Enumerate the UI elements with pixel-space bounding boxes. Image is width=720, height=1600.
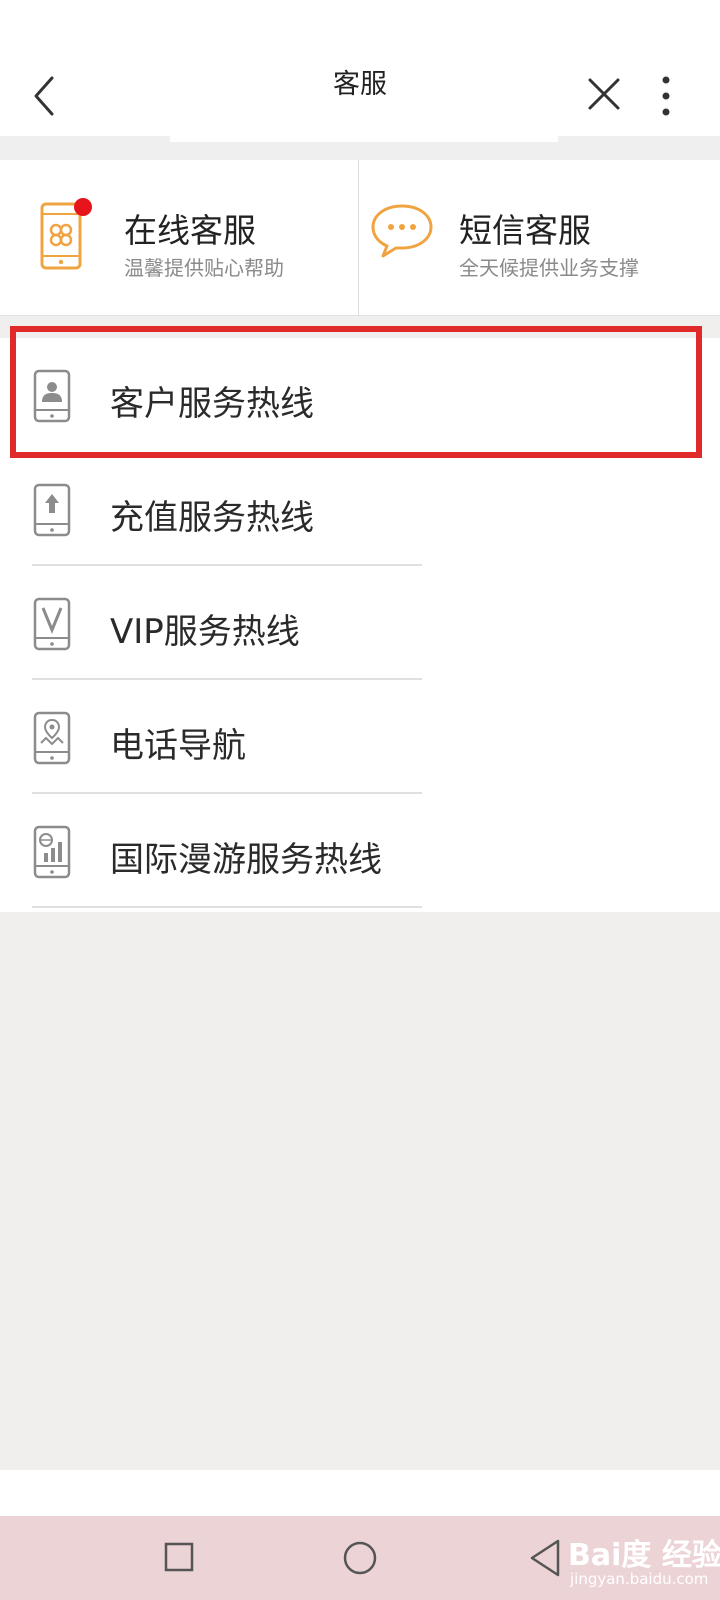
system-nav-bar: Bai度 经验 jingyan.baidu.com [0,1516,720,1600]
chat-bubble-icon [371,204,433,258]
card-subtitle: 温馨提供贴心帮助 [124,256,284,280]
app-header: 客服 [0,0,720,136]
list-item-vip[interactable]: VIP服务热线 [0,566,720,680]
list-item-label: VIP服务热线 [110,612,300,652]
service-cards: 在线客服 温馨提供贴心帮助 短信客服 全天候提供业务支撑 [0,160,720,316]
list-item-phone-navigation[interactable]: 电话导航 [0,680,720,794]
more-vertical-icon[interactable] [656,74,676,118]
card-title: 在线客服 [124,211,256,250]
card-subtitle: 全天候提供业务支撑 [459,256,639,280]
close-icon[interactable] [584,74,624,114]
phone-map-icon [33,711,71,765]
phone-vip-icon [33,597,71,651]
online-service-card[interactable]: 在线客服 温馨提供贴心帮助 [0,160,358,316]
home-icon[interactable] [342,1540,378,1576]
list-item-label: 电话导航 [110,726,246,766]
phone-globe-icon [33,825,71,879]
phone-online-icon [40,198,92,270]
card-title: 短信客服 [459,211,591,250]
watermark-main: Bai度 经验 [568,1538,720,1573]
list-divider [32,906,422,908]
recent-apps-icon[interactable] [164,1542,194,1572]
list-item-intl-roaming[interactable]: 国际漫游服务热线 [0,794,720,908]
sms-service-card[interactable]: 短信客服 全天候提供业务支撑 [359,160,720,316]
list-item-recharge[interactable]: 充值服务热线 [0,452,720,566]
bottom-strip [0,1470,720,1516]
highlight-box [10,326,702,458]
header-shadow [0,136,720,160]
nav-back-icon[interactable] [528,1538,564,1578]
list-item-label: 充值服务热线 [110,498,314,538]
list-item-label: 国际漫游服务热线 [110,840,382,880]
baidu-jingyan-watermark: Bai度 经验 jingyan.baidu.com [568,1530,720,1594]
phone-upload-icon [33,483,71,537]
notification-badge [74,198,92,216]
watermark-url: jingyan.baidu.com [570,1570,709,1588]
